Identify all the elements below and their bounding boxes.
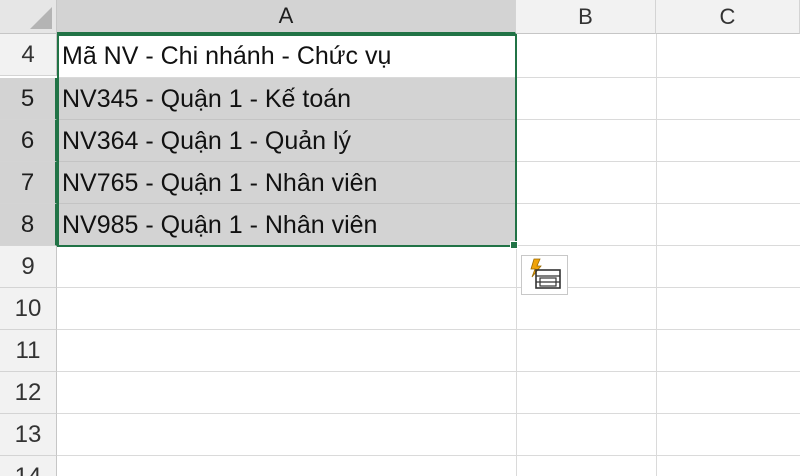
select-all-icon xyxy=(30,7,52,29)
row-header-5[interactable]: 5 xyxy=(0,78,57,120)
row-header-7[interactable]: 7 xyxy=(0,162,57,204)
fill-handle[interactable] xyxy=(510,241,518,249)
spreadsheet-grid: A B C 4 5 6 7 8 9 10 11 12 13 14 Mã NV -… xyxy=(0,0,800,476)
row-header-12[interactable]: 12 xyxy=(0,372,57,414)
row-header-9[interactable]: 9 xyxy=(0,246,57,288)
flash-fill-options-icon xyxy=(530,258,561,289)
row-header-14[interactable]: 14 xyxy=(0,456,57,476)
row-header-10[interactable]: 10 xyxy=(0,288,57,330)
grid-line xyxy=(57,371,800,372)
row-header-11[interactable]: 11 xyxy=(0,330,57,372)
column-header-a[interactable]: A xyxy=(57,0,516,34)
column-header-c[interactable]: C xyxy=(656,0,800,34)
column-header-b[interactable]: B xyxy=(516,0,656,34)
row-header-8[interactable]: 8 xyxy=(0,204,57,246)
select-all-button[interactable] xyxy=(0,0,57,34)
row-header-4[interactable]: 4 xyxy=(0,34,57,76)
selection-border xyxy=(57,34,517,247)
flash-fill-options-button[interactable] xyxy=(521,255,568,295)
grid-line xyxy=(57,413,800,414)
grid-line xyxy=(57,329,800,330)
row-header-6[interactable]: 6 xyxy=(0,120,57,162)
row-header-13[interactable]: 13 xyxy=(0,414,57,456)
grid-line xyxy=(57,455,800,456)
grid-line xyxy=(57,287,800,288)
grid-line xyxy=(656,34,657,476)
